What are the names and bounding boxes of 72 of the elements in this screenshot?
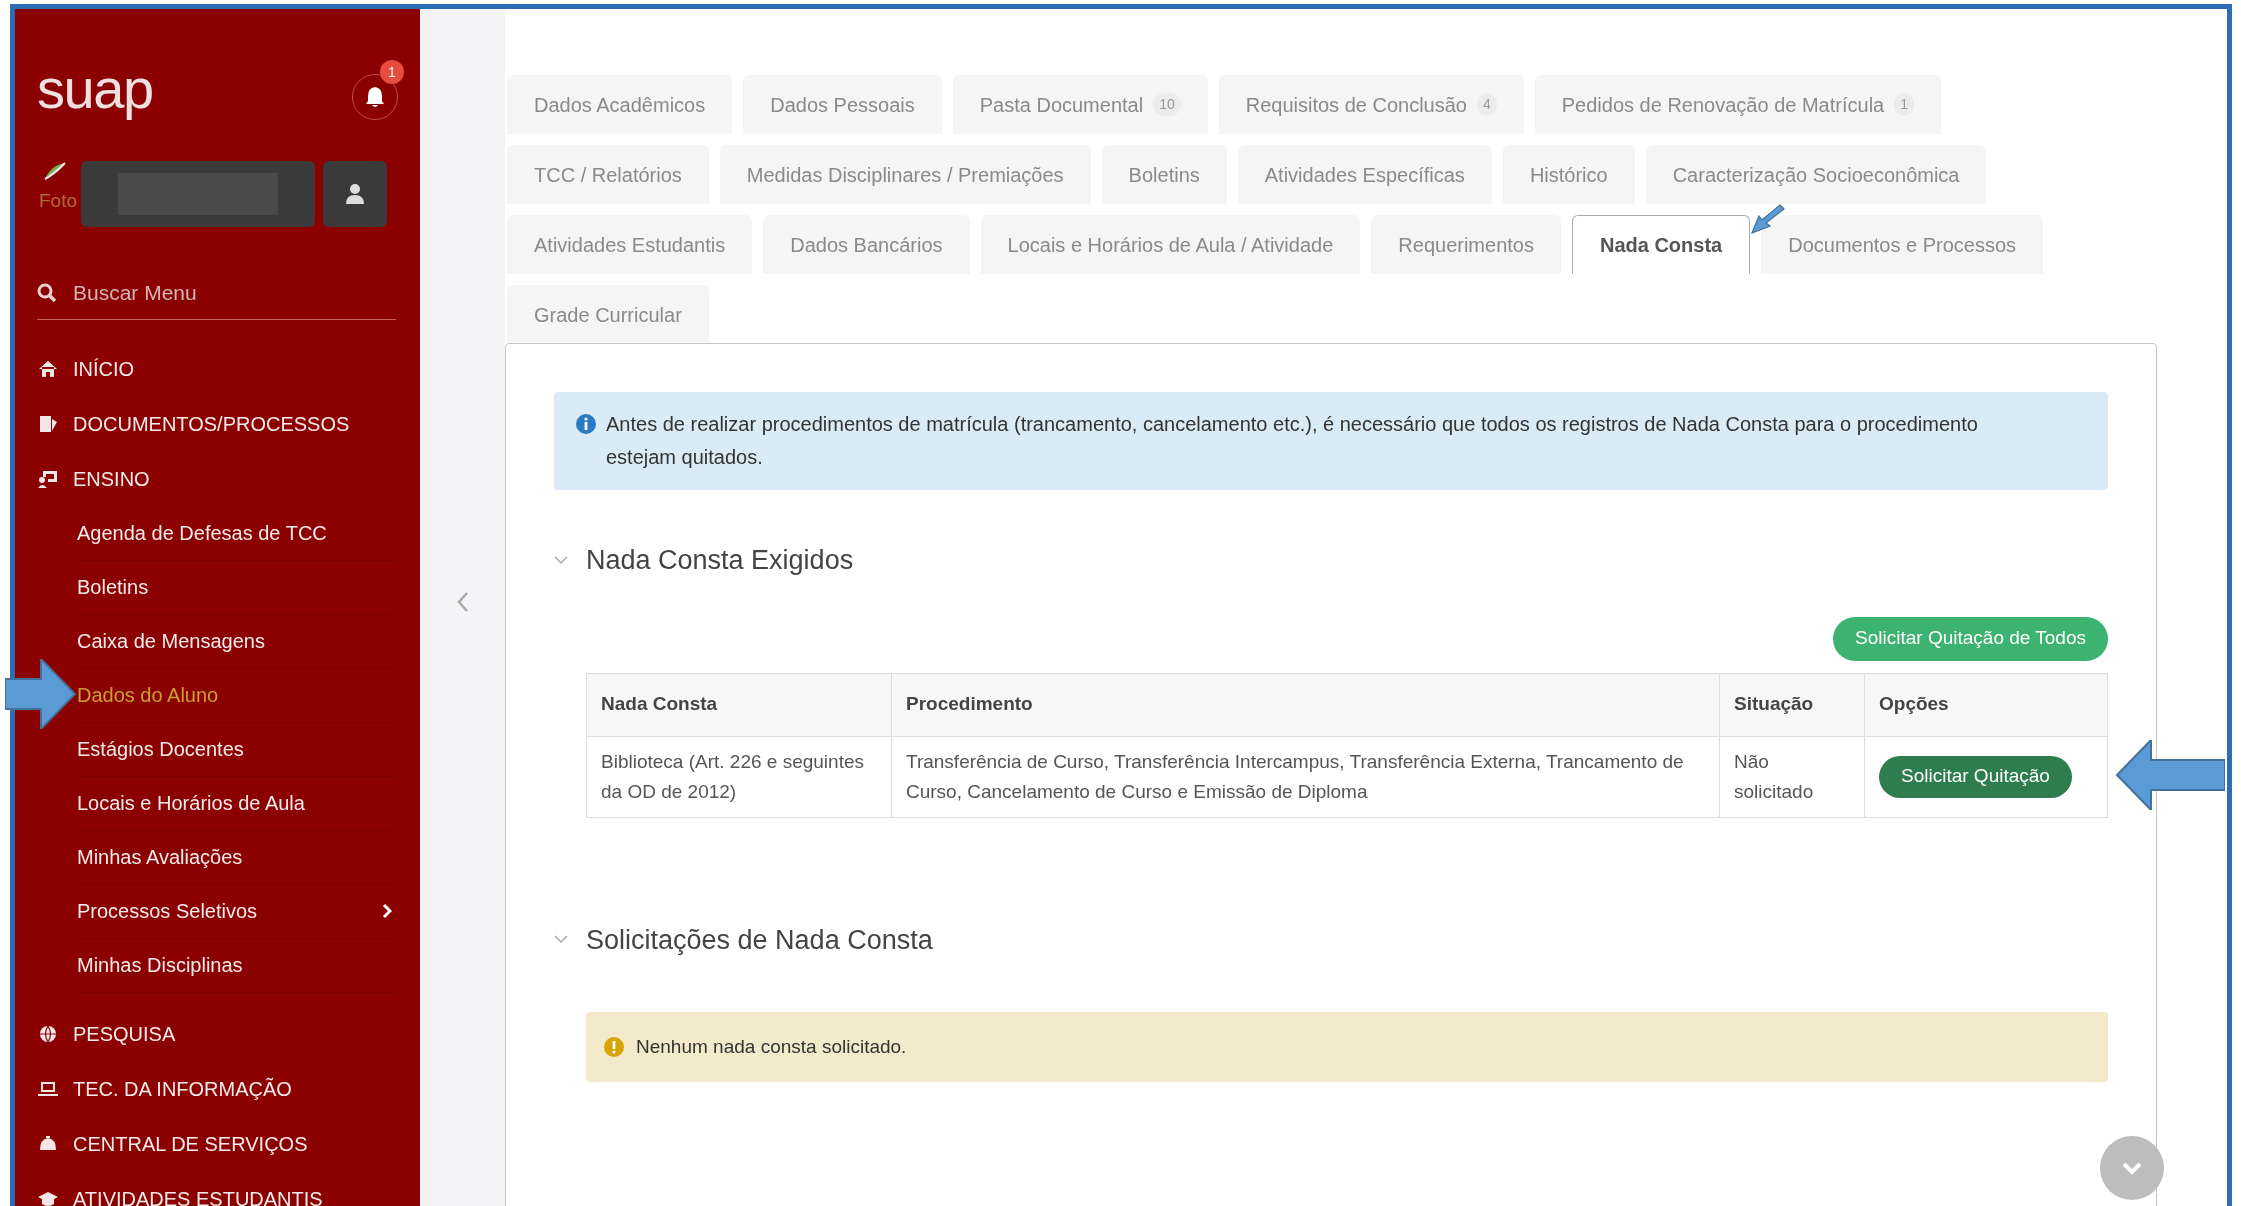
- chevron-right-icon: [382, 903, 392, 919]
- user-profile-button[interactable]: [323, 161, 387, 227]
- photo-label: Foto: [39, 189, 78, 213]
- tab[interactable]: Caracterização Socioeconômica: [1645, 145, 1987, 204]
- submenu-item[interactable]: Caixa de Mensagens: [77, 614, 396, 669]
- submenu-item[interactable]: Processos Seletivos: [77, 884, 396, 939]
- document-icon: [37, 413, 59, 435]
- info-icon: [576, 414, 596, 434]
- submenu-item[interactable]: Locais e Horários de Aula: [77, 776, 396, 831]
- tab[interactable]: Requisitos de Conclusão 4: [1218, 75, 1524, 134]
- column-header: Opções: [1864, 673, 2108, 736]
- submenu-item[interactable]: Boletins: [77, 560, 396, 615]
- search-field[interactable]: Buscar Menu: [73, 277, 373, 309]
- tab[interactable]: Requerimentos: [1371, 215, 1561, 274]
- info-message: Antes de realizar procedimentos de matrícula (trancamento, cancelamento etc.), é necessário que todos os registros de Nada Consta para o procedimento estejam quitados.: [606, 412, 1979, 470]
- logo-text: suap: [37, 61, 153, 122]
- table-cell: Biblioteca (Art. 226 e seguintes da OD de 2012): [586, 736, 892, 817]
- arrow-annotation: [1751, 204, 1785, 234]
- submenu-item[interactable]: Estágios Docentes: [77, 722, 396, 777]
- chevron-down-icon: [2121, 1161, 2143, 1175]
- menu-item[interactable]: ATIVIDADES ESTUDANTIS: [73, 1184, 323, 1206]
- table-cell: Transferência de Curso, Transferência Intercampus, Transferência Externa, Trancamento de Curso, Cancelamento de Curso e Emissão de Diploma: [891, 736, 1720, 817]
- tab[interactable]: Atividades Estudantis: [507, 215, 753, 274]
- globe-icon: [37, 1023, 59, 1045]
- bell-icon: [364, 85, 386, 109]
- user-icon: [345, 183, 365, 205]
- column-header: Situação: [1719, 673, 1865, 736]
- section-title: Solicitações de Nada Consta: [586, 923, 933, 957]
- tab[interactable]: Dados Bancários: [763, 215, 970, 274]
- warning-icon: [604, 1037, 624, 1057]
- tab[interactable]: Atividades Específicas: [1237, 145, 1492, 204]
- menu-item[interactable]: PESQUISA: [73, 1019, 176, 1049]
- menu-item[interactable]: CENTRAL DE SERVIÇOS: [73, 1129, 308, 1159]
- submenu-item[interactable]: Minhas Avaliações: [77, 830, 396, 885]
- tab[interactable]: Dados Acadêmicos: [507, 75, 733, 134]
- tab[interactable]: Boletins: [1101, 145, 1227, 204]
- menu-item[interactable]: ENSINO: [73, 464, 150, 494]
- notification-badge: 1: [380, 60, 404, 84]
- request-all-button[interactable]: Solicitar Quitação de Todos: [1833, 616, 2108, 661]
- tab-count-badge: 4: [1477, 93, 1497, 116]
- tab[interactable]: Grade Curricular: [507, 285, 709, 344]
- warning-message: Nenhum nada consta solicitado.: [636, 1034, 907, 1059]
- arrow-annotation: [5, 659, 77, 729]
- tab[interactable]: Dados Pessoais: [743, 75, 942, 134]
- tab[interactable]: Medidas Disciplinares / Premiações: [719, 145, 1091, 204]
- search-icon: [37, 282, 57, 303]
- tab-count-badge: 10: [1153, 93, 1181, 116]
- submenu-item[interactable]: Minhas Disciplinas: [77, 938, 396, 993]
- tab[interactable]: Histórico: [1502, 145, 1635, 204]
- menu-item[interactable]: INÍCIO: [73, 354, 135, 384]
- tab[interactable]: TCC / Relatórios: [507, 145, 709, 204]
- menu-item[interactable]: TEC. DA INFORMAÇÃO: [73, 1074, 292, 1104]
- tab[interactable]: Documentos e Processos: [1761, 215, 2044, 274]
- request-button[interactable]: Solicitar Quitação: [1879, 755, 2072, 798]
- tab[interactable]: Pedidos de Renovação de Matrícula 1: [1534, 75, 1941, 134]
- section-title: Nada Consta Exigidos: [586, 544, 854, 577]
- classroom-icon: [37, 468, 59, 490]
- submenu-item[interactable]: Agenda de Defesas de TCC: [77, 506, 396, 561]
- tab-count-badge: 1: [1894, 93, 1914, 116]
- tab[interactable]: Pasta Documental 10: [952, 75, 1208, 134]
- chevron-down-icon[interactable]: [554, 555, 570, 565]
- home-icon: [37, 358, 59, 380]
- photo-icon: [43, 161, 67, 181]
- collapse-chevron-icon[interactable]: [455, 590, 470, 613]
- column-header: Nada Consta: [586, 673, 892, 736]
- submenu-item[interactable]: Dados do Aluno: [77, 668, 396, 723]
- table-cell: Não solicitado: [1719, 736, 1865, 817]
- column-header: Procedimento: [891, 673, 1720, 736]
- tab[interactable]: Nada Consta: [1571, 215, 1751, 274]
- menu-item[interactable]: DOCUMENTOS/PROCESSOS: [73, 409, 350, 439]
- tab[interactable]: Locais e Horários de Aula / Atividade: [980, 215, 1361, 274]
- chevron-down-icon[interactable]: [554, 935, 570, 945]
